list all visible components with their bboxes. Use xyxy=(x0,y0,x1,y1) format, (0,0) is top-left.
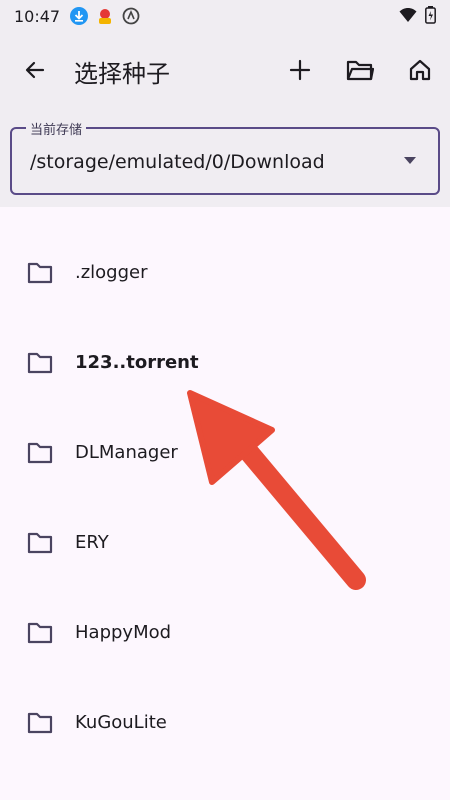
folder-name: .zlogger xyxy=(75,262,148,283)
file-list: .zlogger 123..torrent DLManager ERY Happ… xyxy=(0,229,450,769)
folder-item[interactable]: KuGouLite xyxy=(0,679,450,769)
status-time: 10:47 xyxy=(14,6,61,26)
folder-icon xyxy=(27,532,53,554)
folder-item[interactable]: .zlogger xyxy=(0,229,450,319)
add-button[interactable] xyxy=(280,50,320,90)
plus-icon xyxy=(289,59,311,81)
download-notification-icon xyxy=(70,7,89,25)
open-folder-button[interactable] xyxy=(340,50,380,90)
storage-path: /storage/emulated/0/Download xyxy=(30,151,325,173)
folder-item[interactable]: ERY xyxy=(0,499,450,589)
folder-name: HappyMod xyxy=(75,622,172,643)
dropdown-arrow-icon xyxy=(404,157,416,164)
folder-icon xyxy=(27,622,53,644)
storage-selector[interactable]: 当前存储 /storage/emulated/0/Download xyxy=(10,119,440,195)
app-bar: 选择种子 xyxy=(0,40,450,104)
folder-open-icon xyxy=(346,60,374,81)
folder-name: KuGouLite xyxy=(75,712,167,733)
home-icon xyxy=(409,59,431,81)
folder-icon xyxy=(27,262,53,284)
storage-label: 当前存储 xyxy=(26,119,87,138)
folder-name: ERY xyxy=(75,532,109,553)
home-button[interactable] xyxy=(400,50,440,90)
vpn-notification-icon xyxy=(122,7,140,25)
folder-icon xyxy=(27,352,53,374)
folder-item[interactable]: HappyMod xyxy=(0,589,450,679)
app-notification-icon xyxy=(96,7,114,25)
page-title: 选择种子 xyxy=(74,60,170,88)
battery-icon xyxy=(425,6,436,28)
folder-name: DLManager xyxy=(75,442,178,463)
folder-name: 123..torrent xyxy=(75,352,199,373)
arrow-left-icon xyxy=(25,61,45,79)
wifi-icon xyxy=(399,7,417,27)
folder-item[interactable]: DLManager xyxy=(0,409,450,499)
back-button[interactable] xyxy=(15,50,55,90)
folder-item[interactable]: 123..torrent xyxy=(0,319,450,409)
folder-icon xyxy=(27,442,53,464)
folder-icon xyxy=(27,712,53,734)
status-bar: 10:47 xyxy=(0,0,450,32)
